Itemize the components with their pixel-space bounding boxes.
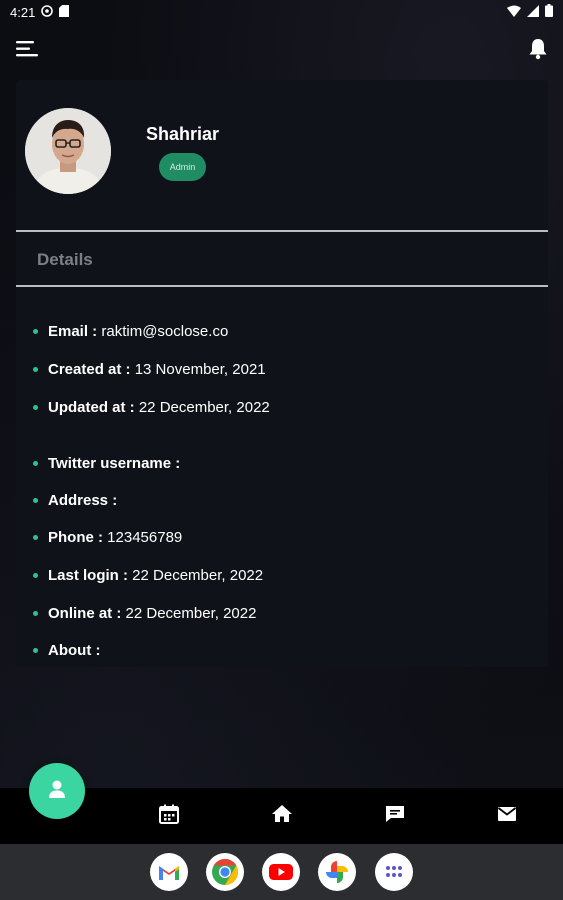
chat-icon[interactable] — [383, 802, 407, 826]
user-name: Shahriar — [146, 124, 220, 144]
detail-updated-at: Updated at : 22 December, 2022 — [33, 399, 270, 416]
detail-value: 123456789 — [107, 529, 183, 546]
role-badge: Admin — [159, 153, 206, 181]
calendar-icon[interactable] — [157, 802, 181, 826]
signal-icon — [527, 4, 539, 20]
detail-label: Updated at : — [48, 399, 139, 416]
detail-value: 13 November, 2021 — [134, 361, 266, 378]
detail-twitter-username: Twitter username : — [33, 455, 184, 472]
sd-card-icon — [59, 4, 70, 20]
detail-value: 22 December, 2022 — [138, 399, 270, 416]
detail-label: Twitter username : — [48, 455, 185, 472]
details-heading: Details — [37, 250, 93, 269]
mail-icon[interactable] — [495, 802, 519, 826]
divider — [16, 230, 548, 232]
detail-label: Address : — [48, 492, 122, 509]
detail-label: About : — [48, 642, 105, 659]
bullet — [33, 329, 38, 334]
photos-icon[interactable] — [318, 853, 356, 891]
bullet — [33, 405, 38, 410]
detail-value: 22 December, 2022 — [132, 567, 264, 584]
chrome-icon[interactable] — [206, 853, 244, 891]
detail-value: raktim@soclose.co — [101, 323, 229, 340]
app-drawer-icon[interactable] — [375, 853, 413, 891]
detail-label: Last login : — [48, 567, 133, 584]
divider — [16, 285, 548, 287]
bullet — [33, 461, 38, 466]
detail-online-at: Online at : 22 December, 2022 — [33, 605, 256, 622]
home-icon[interactable] — [270, 802, 294, 826]
detail-label: Email : — [48, 323, 102, 340]
detail-label: Phone : — [48, 529, 108, 546]
bullet — [33, 367, 38, 372]
avatar — [25, 108, 111, 194]
app-bar — [0, 32, 563, 68]
bullet — [33, 648, 38, 653]
bullet — [33, 498, 38, 503]
youtube-icon[interactable] — [262, 853, 300, 891]
notification-bell-icon[interactable] — [525, 36, 551, 62]
detail-phone: Phone : 123456789 — [33, 529, 182, 546]
person-icon — [46, 778, 68, 805]
profile-fab-button[interactable] — [29, 763, 85, 819]
detail-address: Address : — [33, 492, 121, 509]
bullet — [33, 573, 38, 578]
battery-icon — [545, 4, 553, 20]
bullet — [33, 535, 38, 540]
wifi-icon — [507, 5, 521, 20]
settings-status-icon — [41, 4, 54, 20]
detail-value: 22 December, 2022 — [125, 605, 257, 622]
detail-last-login: Last login : 22 December, 2022 — [33, 567, 263, 584]
detail-about: About : — [33, 642, 105, 659]
profile-card: Shahriar Admin Details Email : raktim@so… — [16, 80, 548, 667]
system-dock — [0, 844, 563, 900]
detail-label: Online at : — [48, 605, 126, 622]
menu-icon[interactable] — [14, 36, 40, 62]
status-time: 4:21 — [10, 4, 36, 20]
status-bar: 4:21 — [0, 0, 563, 24]
detail-label: Created at : — [48, 361, 135, 378]
gmail-icon[interactable] — [150, 853, 188, 891]
detail-email: Email : raktim@soclose.co — [33, 323, 228, 340]
detail-created-at: Created at : 13 November, 2021 — [33, 361, 266, 378]
bullet — [33, 611, 38, 616]
